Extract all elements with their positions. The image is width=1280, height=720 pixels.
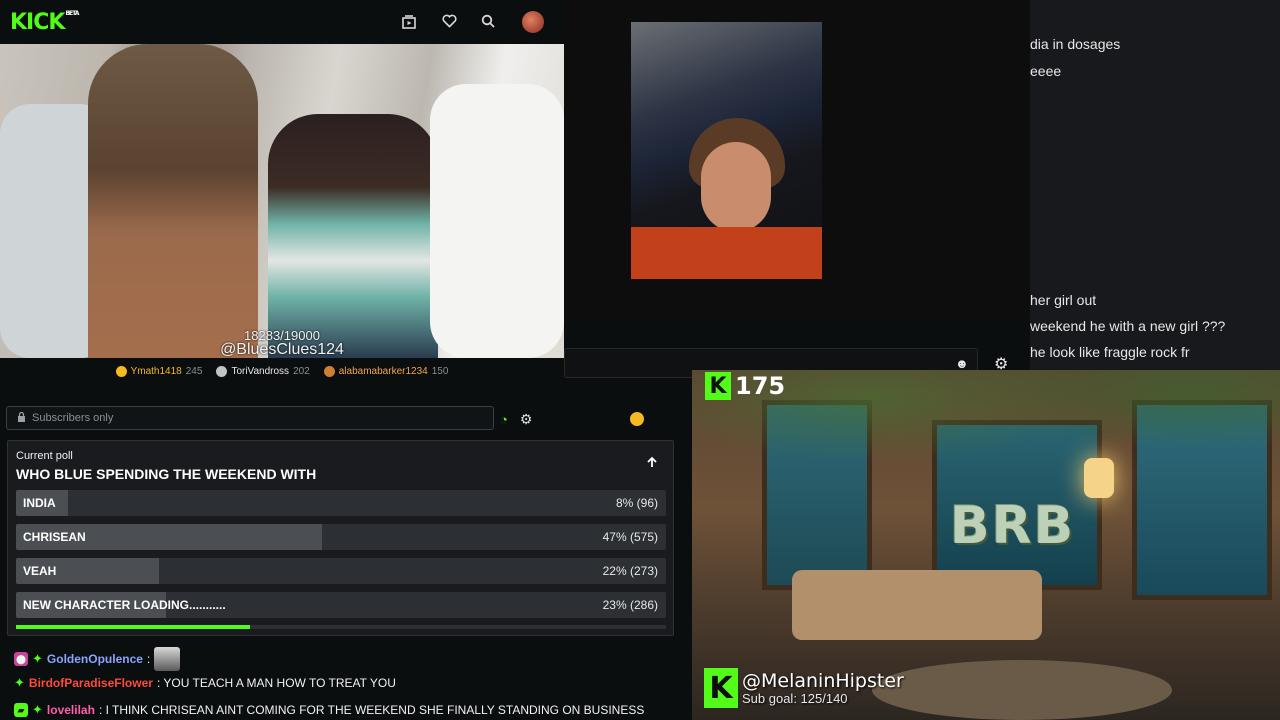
- gifter-item[interactable]: alabamabarker1234 150: [323, 365, 449, 377]
- chat-message[interactable]: ▰ ✦ lovelilah: I THINK CHRISEAN AINT COM…: [14, 702, 644, 718]
- sparkle-badge-icon: ✦: [32, 651, 43, 666]
- gifter-name: Ymath1418: [130, 365, 182, 377]
- chat-message-fragment: he look like fraggle rock fr: [1030, 344, 1190, 360]
- chat-username[interactable]: GoldenOpulence: [47, 652, 143, 666]
- sparkle-badge-icon: ✦: [32, 702, 43, 717]
- sparkle-badge-icon: ✦: [14, 675, 25, 690]
- gifter-amount: 150: [431, 365, 449, 377]
- scene-lamp: [1084, 458, 1114, 498]
- poll-option-result: 8% (96): [615, 496, 658, 510]
- follower-count: 175: [735, 372, 786, 400]
- gifter-item[interactable]: ToriVandross 202: [216, 365, 310, 377]
- video-scene-person: [268, 114, 438, 358]
- chat-message[interactable]: ⬤ ✦ GoldenOpulence:: [14, 647, 184, 671]
- webcam-subject-face: [701, 142, 771, 232]
- bronze-badge-icon: [323, 365, 335, 377]
- chat-emote: [154, 647, 181, 671]
- gear-icon[interactable]: ⚙: [520, 411, 533, 428]
- webcam-video[interactable]: [631, 22, 822, 279]
- chat-separator: :: [146, 652, 151, 666]
- chat-text: : I THINK CHRISEAN AINT COMING FOR THE W…: [98, 703, 645, 717]
- kick-follower-count: K 175: [705, 372, 785, 400]
- chat-input[interactable]: Subscribers only: [6, 406, 494, 430]
- chat-message-fragment: her girl out: [1030, 292, 1097, 308]
- sub-badge-icon: ▰: [14, 703, 28, 717]
- gifter-amount: 245: [185, 365, 203, 377]
- brb-title: BRB: [950, 496, 1076, 556]
- clips-icon[interactable]: [399, 12, 419, 32]
- scene-rug: [872, 660, 1172, 720]
- chat-message[interactable]: ✦ BirdofParadiseFlower: YOU TEACH A MAN …: [14, 675, 396, 691]
- kick-logo-icon: K: [705, 372, 731, 400]
- poll-option-name: VEAH: [23, 564, 57, 578]
- gifter-name: ToriVandross: [231, 365, 290, 377]
- search-icon[interactable]: [478, 11, 498, 31]
- right-chat-panel: dia in dosages eeee her girl out weekend…: [1030, 0, 1280, 370]
- video-handle-overlay: @BluesClues124: [220, 341, 344, 358]
- collapse-arrow-icon[interactable]: [642, 455, 662, 475]
- poll-option-result: 47% (575): [602, 530, 658, 544]
- gifter-item[interactable]: Ymath1418 245: [115, 365, 203, 377]
- gifter-name: alabamabarker1234: [338, 365, 428, 377]
- kick-logo-icon: K: [704, 668, 738, 708]
- gold-badge-icon: [115, 365, 127, 377]
- sub-badge-icon: ⬤: [14, 652, 28, 666]
- poll-option[interactable]: VEAH 22% (273): [16, 558, 666, 584]
- heart-icon[interactable]: [439, 11, 459, 31]
- poll-question: WHO BLUE SPENDING THE WEEKEND WITH: [16, 466, 317, 482]
- kick-logo[interactable]: KICKBETA: [10, 9, 79, 35]
- poll-option-result: 23% (286): [602, 598, 658, 612]
- poll-option-name: INDIA: [23, 496, 56, 510]
- chat-text: : YOU TEACH A MAN HOW TO TREAT YOU: [156, 676, 396, 690]
- poll-option-name: NEW CHARACTER LOADING...........: [23, 598, 226, 612]
- scene-sofa: [792, 570, 1042, 640]
- emote-icon[interactable]: ◔: [500, 412, 508, 427]
- chat-input-actions: ◔ ⚙: [500, 408, 670, 430]
- chat-message-fragment: weekend he with a new girl ???: [1030, 318, 1226, 334]
- poll-label: Current poll: [16, 450, 73, 462]
- silver-badge-icon: [216, 365, 228, 377]
- brb-footer-text: @MelaninHipster Sub goal: 125/140: [742, 671, 904, 706]
- webcam-subject-shirt: [631, 227, 822, 279]
- poll-option-name: CHRISEAN: [23, 530, 86, 544]
- main-video-player[interactable]: 18283/19000 @BluesClues124: [0, 44, 564, 358]
- brb-footer: K @MelaninHipster Sub goal: 125/140: [704, 668, 904, 708]
- sub-goal: Sub goal: 125/140: [742, 690, 848, 706]
- chat-mode-label: Subscribers only: [32, 412, 114, 424]
- video-scene-seat: [430, 84, 564, 358]
- lock-icon: [17, 411, 26, 425]
- logo-beta-tag: BETA: [65, 9, 79, 17]
- chat-message-fragment: dia in dosages: [1030, 36, 1121, 52]
- video-scene-person: [88, 44, 258, 358]
- chat-username[interactable]: lovelilah: [47, 703, 95, 717]
- poll-option[interactable]: INDIA 8% (96): [16, 490, 666, 516]
- poll-timer-bar: [16, 625, 250, 629]
- points-badge-icon[interactable]: [630, 412, 645, 426]
- poll-panel: Current poll WHO BLUE SPENDING THE WEEKE…: [7, 440, 674, 636]
- poll-option-result: 22% (273): [602, 564, 658, 578]
- user-avatar[interactable]: [522, 11, 544, 33]
- chat-username[interactable]: BirdofParadiseFlower: [29, 676, 153, 690]
- top-gifters-bar: Ymath1418 245 ToriVandross 202 alabamaba…: [0, 360, 564, 382]
- streamer-handle: @MelaninHipster: [742, 669, 904, 692]
- gifter-amount: 202: [293, 365, 310, 377]
- poll-option[interactable]: NEW CHARACTER LOADING........... 23% (28…: [16, 592, 666, 618]
- poll-option[interactable]: CHRISEAN 47% (575): [16, 524, 666, 550]
- chat-message-fragment: eeee: [1030, 63, 1062, 79]
- logo-text: KICK: [10, 9, 65, 35]
